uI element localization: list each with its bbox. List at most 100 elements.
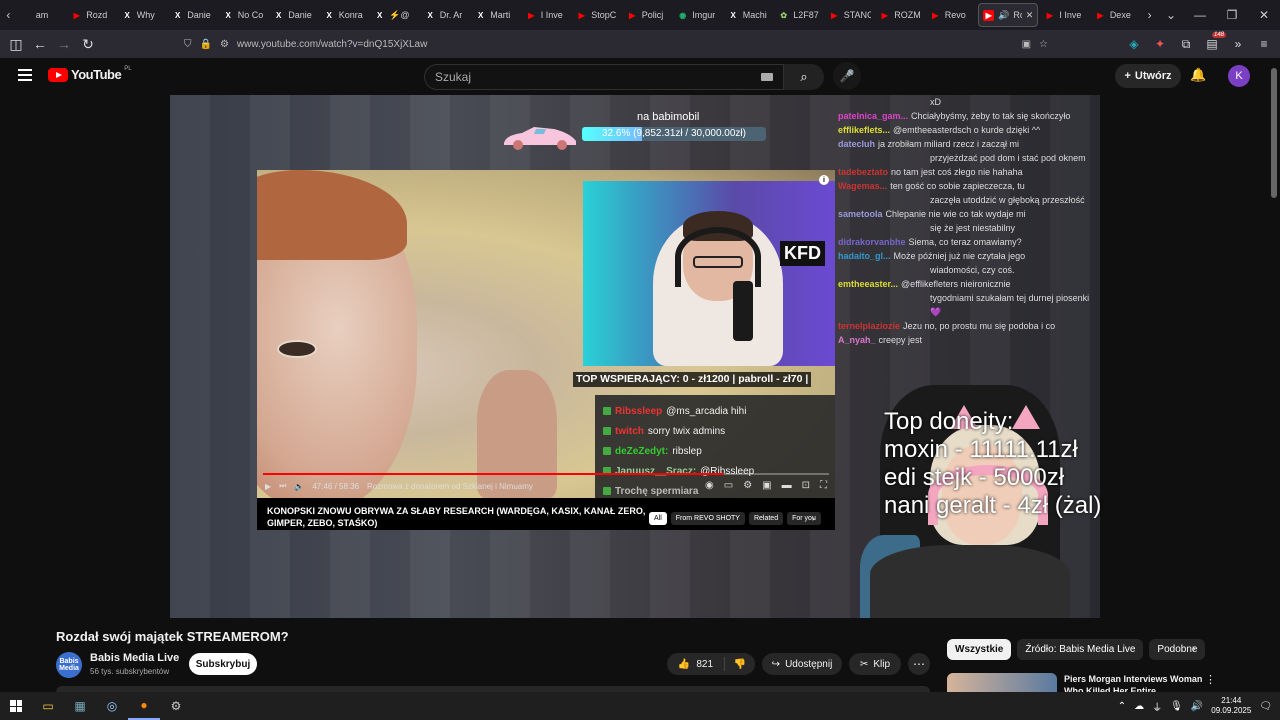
page-scrollbar[interactable] [1268,58,1280,692]
like-button[interactable]: 👍 821 [667,657,725,671]
onedrive-icon[interactable]: ☁ [1134,701,1144,712]
lock-icon[interactable]: 🔒 [200,39,212,50]
browser-tab[interactable]: ▶ STANC [825,0,876,30]
tab-scroll-right-icon[interactable]: › [1141,0,1158,30]
scrollbar-thumb[interactable] [1271,68,1277,198]
keyboard-icon[interactable] [761,73,773,81]
menu-hamburger-icon[interactable] [18,69,32,81]
app-menu-icon[interactable]: ≡ [1254,32,1274,56]
microphone-tray-icon[interactable]: 🎙 [1170,701,1183,712]
embedded-chip[interactable]: For you [787,512,821,525]
dislike-button[interactable]: 👎 [725,659,755,670]
clock[interactable]: 21:44 09.09.2025 [1211,696,1251,716]
restore-icon[interactable]: ❐ [1216,0,1248,30]
clip-button[interactable]: ✂ Klip [849,653,901,675]
tab-list-dropdown-icon[interactable]: ⌄ [1158,0,1184,30]
start-button[interactable] [0,692,32,720]
settings-gear-icon[interactable]: ⚙ [743,480,752,491]
forward-icon[interactable]: → [52,32,76,56]
bookmark-star-icon[interactable]: ☆ [1039,39,1048,50]
chip-scroll-right-icon[interactable]: › [1192,643,1196,655]
browser-tab[interactable]: X No Co [219,0,270,30]
browser-tab[interactable]: X ⚡@ [370,0,421,30]
sidebar-toggle-icon[interactable]: ◫ [4,32,28,56]
tray-overflow-icon[interactable]: ⌃ [1118,701,1126,712]
browser-tab[interactable]: ▶ ROZM [875,0,926,30]
browser-tab[interactable]: ▶ Rozd [67,0,118,30]
embedded-chapter[interactable]: Rozmowa z donatorem od Szklanej i Nimuam… [367,482,533,491]
related-video-thumbnail[interactable] [947,673,1057,692]
fullscreen-icon[interactable]: ⛶ [820,480,827,491]
url-text[interactable]: www.youtube.com/watch?v=dnQ15XjXLaw [237,39,427,50]
related-chip[interactable]: Wszystkie [947,639,1012,660]
usb-icon[interactable]: ⏚ [1152,699,1162,714]
volume-icon[interactable]: 🔈 [294,482,304,491]
browser-tab[interactable]: ▶ I Inve [522,0,573,30]
next-icon[interactable]: ⏭ [279,481,286,491]
extensions-icon[interactable]: ⧉ [1176,32,1196,56]
embedded-chip[interactable]: From REVO SHOTY [670,512,745,525]
browser-tab[interactable]: ▶ I Inve [1040,0,1091,30]
browser-tab[interactable]: ▶ StopC [572,0,623,30]
play-icon[interactable]: ▶ [265,482,271,491]
firefox-icon[interactable]: ● [128,692,160,720]
tab-close-icon[interactable]: ✕ [1026,10,1034,21]
account-avatar[interactable]: K [1228,65,1250,87]
browser-tab[interactable]: X Danie [269,0,320,30]
share-button[interactable]: ↪ Udostępnij [762,653,842,675]
embedded-video-title[interactable]: KONOPSKI ZNOWU OBRYWA ZA SŁABY RESEARCH … [267,505,647,529]
notifications-bell-icon[interactable]: 🔔 [1190,67,1206,83]
steam-icon[interactable]: ◎ [96,692,128,720]
counter-extension-icon[interactable]: ▤ 148 [1202,32,1226,56]
vpn-extension-icon[interactable]: ◈ [1124,32,1144,56]
theater-mode-icon[interactable]: ▬ [782,480,792,491]
embedded-youtube-video[interactable]: KFD i TOP WSPIERAJĄCY: 0 - zł1200 | pabr… [257,170,835,530]
cast-icon[interactable]: ⊡ [802,480,810,491]
voice-search-button[interactable]: 🎤 [833,62,861,90]
speaker-icon[interactable]: 🔊 [998,10,1009,21]
search-button[interactable]: ⌕ [784,64,824,90]
permissions-icon[interactable]: ⚙ [220,39,229,50]
browser-tab[interactable]: ▶ Revo [926,0,977,30]
youtube-logo[interactable]: YouTube PL [48,66,132,82]
subtitles-icon[interactable]: ▭ [724,480,733,491]
active-tab[interactable]: ▶ 🔊 Roz ✕ [978,3,1039,27]
tab-scroll-left-icon[interactable]: ‹ [0,0,17,30]
create-button[interactable]: + Utwórz [1115,64,1181,88]
shield-icon[interactable]: ⛉ [184,39,192,50]
notification-center-icon[interactable]: 🗨 [1259,701,1272,712]
related-more-icon[interactable]: ⋮ [1205,673,1216,686]
minimize-icon[interactable]: — [1184,0,1216,30]
browser-tab[interactable]: X Konra [320,0,371,30]
embedded-chip[interactable]: All [649,512,667,525]
reload-icon[interactable]: ↻ [76,32,100,56]
more-actions-icon[interactable]: ⋯ [908,653,930,675]
browser-tab[interactable]: X Machi [724,0,775,30]
ublock-extension-icon[interactable]: ✦ [1150,32,1170,56]
volume-tray-icon[interactable]: 🔊 [1191,701,1203,712]
close-window-icon[interactable]: ✕ [1248,0,1280,30]
channel-name[interactable]: Babis Media Live [90,652,179,664]
subscribe-button[interactable]: Subskrybuj [189,653,257,675]
browser-tab[interactable]: X Why [118,0,169,30]
video-player[interactable]: na babimobil 32.6% (9,852.31zł / 30,000.… [170,95,1100,618]
miniplayer-icon[interactable]: ▣ [762,480,771,491]
browser-tab[interactable]: am [17,0,68,30]
chip-next-icon[interactable]: › [812,514,815,523]
browser-tab[interactable]: X Marti [471,0,522,30]
browser-tab[interactable]: X Dr. Ar [421,0,472,30]
back-icon[interactable]: ← [28,32,52,56]
related-chip[interactable]: Podobne [1149,639,1206,660]
app-icon[interactable]: ⚙ [160,692,192,720]
embedded-chip[interactable]: Related [748,512,784,525]
autoplay-toggle-icon[interactable]: ◉ [705,480,714,491]
file-explorer-icon[interactable]: ▭ [32,692,64,720]
browser-tab[interactable]: ▶ Dexe [1091,0,1142,30]
browser-tab[interactable]: X Danie [168,0,219,30]
overflow-menu-icon[interactable]: » [1228,32,1248,56]
related-chip[interactable]: Źródło: Babis Media Live [1017,639,1144,660]
browser-tab[interactable]: ✿ L2F87 [774,0,825,30]
url-bar[interactable]: ⛉ 🔒 ⚙ www.youtube.com/watch?v=dnQ15XjXLa… [178,33,1048,55]
browser-tab[interactable]: ▶ Policj [623,0,674,30]
search-input[interactable]: Szukaj [424,64,784,90]
